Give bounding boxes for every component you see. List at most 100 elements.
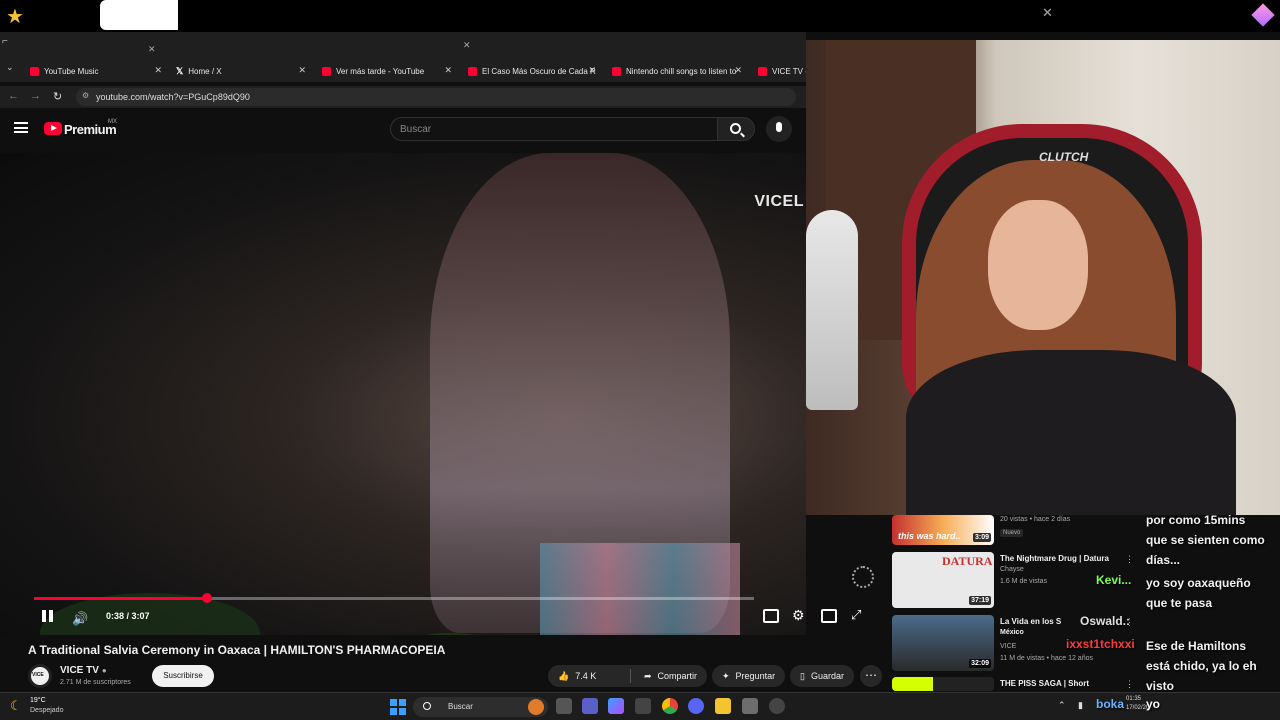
chat-username: Kevi... <box>1096 573 1132 587</box>
settings-app-icon[interactable] <box>635 698 651 714</box>
close-icon[interactable]: ✕ <box>298 65 306 76</box>
fullscreen-icon[interactable]: ⤢ <box>851 607 861 623</box>
search-highlight-icon <box>528 699 544 715</box>
x-icon: 𝕏 <box>176 65 184 76</box>
gem-icon <box>1251 3 1275 27</box>
url-field[interactable]: ⚙ youtube.com/watch?v=PGuCp89dQ90 <box>76 88 796 106</box>
star-icon: ★ <box>6 6 24 28</box>
region-label: MX <box>108 119 117 125</box>
close-icon[interactable]: ✕ <box>463 40 471 51</box>
subscribe-watermark-icon[interactable] <box>852 566 874 588</box>
like-icon[interactable]: 👍 <box>558 671 569 682</box>
ask-button[interactable]: ✦ Preguntar <box>712 665 786 687</box>
obs-icon[interactable] <box>769 698 785 714</box>
video-thumbnail[interactable]: DATURA 37:19 <box>892 552 994 608</box>
share-icon: ➦ <box>644 670 652 681</box>
weather-temp[interactable]: 19°C <box>30 697 46 704</box>
menu-icon[interactable] <box>14 122 28 133</box>
progress-bar[interactable] <box>34 593 754 603</box>
divider <box>629 669 631 683</box>
close-icon[interactable]: ✕ <box>148 44 156 55</box>
clock-time[interactable]: 01:35 <box>1126 696 1141 702</box>
youtube-logo-icon[interactable] <box>44 122 62 135</box>
settings-icon[interactable]: ⚙ <box>792 607 805 624</box>
youtube-header: Premium MX Buscar <box>0 114 806 146</box>
mic-icon[interactable] <box>766 116 792 142</box>
task-view-icon[interactable] <box>556 698 572 714</box>
copilot-icon[interactable] <box>608 698 624 714</box>
discord-icon[interactable] <box>582 698 598 714</box>
close-icon[interactable]: ✕ <box>444 65 452 76</box>
discord-app-icon[interactable] <box>688 698 704 714</box>
more-options-icon[interactable]: ⋮ <box>1125 679 1134 690</box>
forward-icon[interactable]: → <box>30 90 41 102</box>
moon-icon[interactable]: ☾ <box>10 698 22 714</box>
chair-brand-logo: CLUTCH <box>1039 150 1089 164</box>
more-options-icon[interactable]: ⋯ <box>860 665 882 687</box>
close-icon[interactable]: ✕ <box>154 65 162 76</box>
tray-app-icon[interactable]: ▮ <box>1078 700 1083 711</box>
video-thumbnail[interactable]: 32:09 <box>892 615 994 671</box>
tab-youtube-music[interactable]: YouTube Music ✕ <box>30 60 162 82</box>
youtube-icon <box>322 66 331 76</box>
taskbar: ☾ 19°C Despejado Buscar ⌃ ▮ 01:35 17/02/… <box>0 692 1280 720</box>
webcam-microphone <box>806 210 858 410</box>
video-thumbnail[interactable]: this was hard.. 3:09 <box>892 515 994 545</box>
reload-icon[interactable]: ↻ <box>53 90 62 103</box>
search-button[interactable] <box>717 117 755 141</box>
chat-message: días... <box>1146 553 1181 567</box>
like-count[interactable]: 7.4 K <box>575 671 596 681</box>
stream-chat: por como 15mins que se sienten como días… <box>1142 510 1280 693</box>
volume-icon[interactable]: 🔊 <box>72 611 88 627</box>
search-icon <box>730 123 741 134</box>
search-input[interactable]: Buscar <box>390 117 718 141</box>
file-explorer-icon[interactable] <box>715 698 731 714</box>
video-player[interactable]: VICEL 🔊 0:38 / 3:07 ⚙ <box>0 153 806 635</box>
start-icon[interactable] <box>390 699 406 715</box>
progress-scrubber[interactable] <box>201 593 212 603</box>
site-info-icon[interactable]: ⚙ <box>82 91 89 100</box>
theater-mode-icon[interactable] <box>821 609 837 623</box>
search-icon <box>423 702 431 710</box>
verified-icon: ● <box>101 666 107 675</box>
close-icon[interactable]: ✕ <box>1042 5 1053 21</box>
tab-vice-tv[interactable]: VICE TV - Y <box>758 60 806 82</box>
recommended-item[interactable]: THE PISS SAGA | Short ⋮ <box>888 677 1142 691</box>
close-icon[interactable]: ✕ <box>734 65 742 76</box>
more-options-icon[interactable]: ⋮ <box>1125 554 1134 565</box>
share-button[interactable]: ➦ Compartir <box>634 665 708 687</box>
pause-icon[interactable] <box>42 610 54 623</box>
save-button[interactable]: ▯ Guardar <box>790 665 854 687</box>
tab-watch-later[interactable]: Ver más tarde - YouTube ✕ <box>322 60 452 82</box>
back-icon[interactable]: ← <box>8 90 19 102</box>
taskbar-search[interactable]: Buscar <box>413 697 548 717</box>
tab-list-icon[interactable]: ⌄ <box>6 62 14 73</box>
video-leaves <box>360 633 540 635</box>
chat-message: yo <box>1146 697 1161 711</box>
video-thumbnail[interactable] <box>892 677 994 691</box>
youtube-icon <box>468 66 477 76</box>
close-icon[interactable]: ✕ <box>588 65 596 76</box>
app-icon[interactable] <box>742 698 758 714</box>
video-textile <box>540 543 740 635</box>
new-badge: Nuevo <box>1000 529 1024 537</box>
chat-username: ixxst1tchxxi <box>1066 637 1135 651</box>
tray-chevron-icon[interactable]: ⌃ <box>1058 700 1066 711</box>
youtube-icon <box>758 66 767 76</box>
chat-message: yo soy oaxaqueño <box>1146 576 1251 590</box>
channel-avatar[interactable]: VICE <box>28 664 52 688</box>
weather-desc[interactable]: Despejado <box>30 707 63 714</box>
subtitles-icon[interactable] <box>763 609 779 623</box>
webcam-person-face <box>988 200 1088 330</box>
tab-x-home[interactable]: 𝕏 Home / X ✕ <box>176 60 306 82</box>
channel-name[interactable]: VICE TV ● <box>60 665 107 676</box>
chat-username: boka <box>1096 697 1125 711</box>
youtube-music-icon <box>30 66 39 76</box>
bookmark-icon: ▯ <box>800 670 805 681</box>
chat-message: por como 15mins <box>1146 513 1246 527</box>
tab-nintendo-chill[interactable]: Nintendo chill songs to listen to ✕ <box>612 60 742 82</box>
chat-message: que se sienten como <box>1146 533 1265 547</box>
chrome-icon[interactable] <box>662 698 678 714</box>
subscribe-button[interactable]: Suscribirse <box>152 665 214 687</box>
tab-caso-oscuro[interactable]: El Caso Más Oscuro de Cada Re ✕ <box>468 60 596 82</box>
